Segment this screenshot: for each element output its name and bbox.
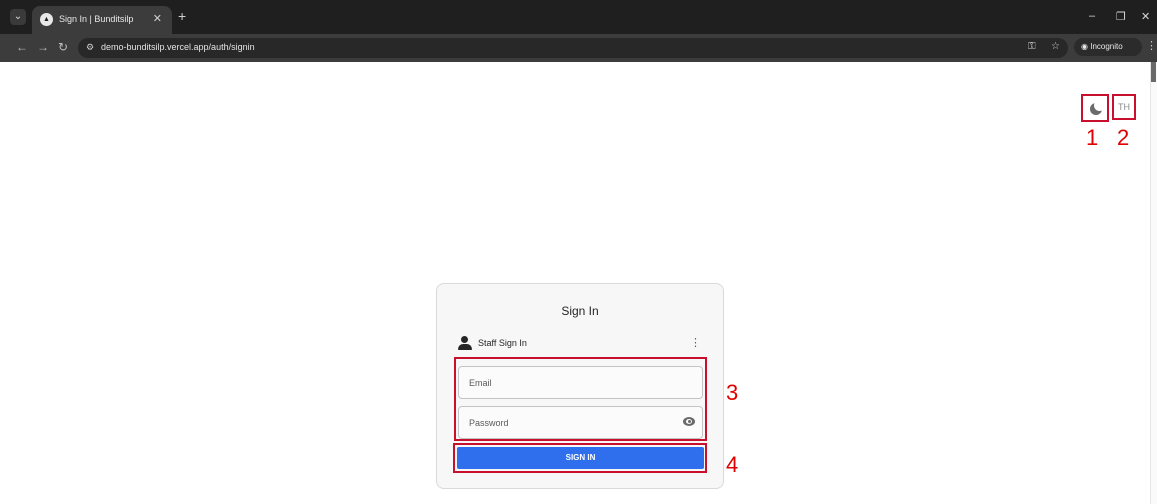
incognito-icon: ◉ bbox=[1081, 42, 1088, 51]
tab-favicon-icon: ▲ bbox=[40, 13, 53, 26]
browser-tab-bar: ⌄ ▲ Sign In | Bunditsilp ✕ + – ❐ ✕ bbox=[0, 0, 1157, 34]
password-label: Password bbox=[469, 418, 509, 428]
reload-icon[interactable]: ↻ bbox=[58, 40, 68, 54]
minimize-icon[interactable]: – bbox=[1089, 10, 1095, 22]
page-scrollbar[interactable] bbox=[1150, 62, 1157, 504]
browser-menu-icon[interactable]: ⋮ bbox=[1146, 39, 1157, 52]
more-options-icon[interactable]: ⋮ bbox=[690, 336, 701, 349]
tab-title: Sign In | Bunditsilp bbox=[59, 14, 134, 24]
email-label: Email bbox=[469, 378, 492, 388]
site-info-icon[interactable]: ⚙ bbox=[86, 42, 94, 53]
bookmark-star-icon[interactable]: ☆ bbox=[1051, 41, 1060, 52]
person-icon bbox=[458, 336, 472, 350]
annotation-1: 1 bbox=[1086, 125, 1099, 150]
back-icon[interactable]: ← bbox=[16, 40, 28, 54]
language-toggle-button[interactable]: TH bbox=[1112, 94, 1136, 120]
forward-icon[interactable]: → bbox=[37, 40, 49, 54]
sign-in-button[interactable]: SIGN IN bbox=[457, 447, 704, 469]
incognito-label: Incognito bbox=[1090, 42, 1123, 51]
email-field[interactable]: Email bbox=[458, 366, 703, 399]
password-key-icon[interactable]: ⚿ bbox=[1028, 41, 1036, 52]
annotation-4: 4 bbox=[726, 452, 739, 477]
tab-search-icon[interactable]: ⌄ bbox=[10, 9, 26, 25]
theme-toggle-button[interactable] bbox=[1081, 94, 1109, 122]
close-window-icon[interactable]: ✕ bbox=[1141, 10, 1150, 23]
card-title: Sign In bbox=[561, 304, 599, 318]
scrollbar-thumb[interactable] bbox=[1151, 62, 1156, 82]
password-field[interactable]: Password bbox=[458, 406, 703, 439]
browser-toolbar: ← → ↻ ⚙ demo-bunditsilp.vercel.app/auth/… bbox=[0, 34, 1157, 62]
sign-in-card: Sign In Staff Sign In ⋮ Email Password S… bbox=[436, 283, 724, 489]
incognito-badge[interactable]: ◉ Incognito bbox=[1074, 38, 1142, 56]
tab-close-icon[interactable]: ✕ bbox=[153, 12, 162, 25]
staff-sign-in-label: Staff Sign In bbox=[478, 338, 527, 348]
address-bar[interactable]: ⚙ demo-bunditsilp.vercel.app/auth/signin… bbox=[78, 38, 1068, 58]
browser-tab[interactable]: ▲ Sign In | Bunditsilp ✕ bbox=[32, 6, 172, 34]
show-password-icon[interactable] bbox=[683, 417, 695, 426]
url-text[interactable]: demo-bunditsilp.vercel.app/auth/signin bbox=[101, 42, 255, 52]
new-tab-icon[interactable]: + bbox=[178, 8, 186, 24]
restore-icon[interactable]: ❐ bbox=[1116, 10, 1126, 23]
annotation-3: 3 bbox=[726, 380, 739, 405]
annotation-2: 2 bbox=[1117, 125, 1130, 150]
